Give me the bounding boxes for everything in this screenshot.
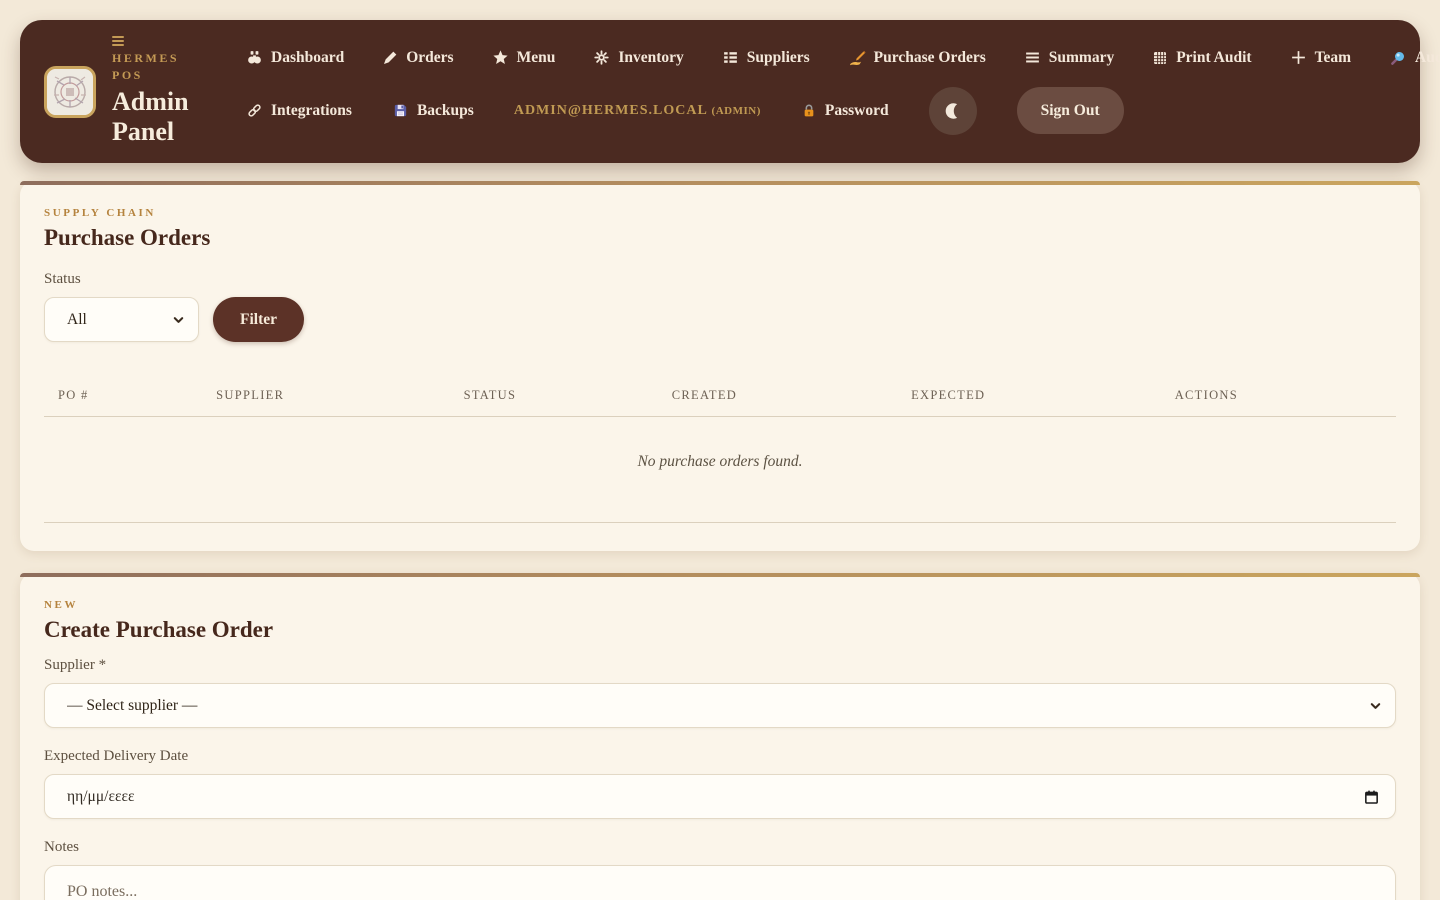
binoculars-icon bbox=[246, 49, 263, 66]
supplier-label: Supplier * bbox=[44, 657, 1396, 674]
column-header-actions: ACTIONS bbox=[1161, 388, 1396, 403]
empty-state-message: No purchase orders found. bbox=[44, 417, 1396, 509]
pencil-icon bbox=[382, 50, 398, 66]
column-header-supplier: SUPPLIER bbox=[202, 388, 449, 403]
expected-delivery-date-input[interactable] bbox=[44, 774, 1396, 819]
main-nav: Dashboard Orders Menu bbox=[246, 49, 1440, 135]
nav-label: Inventory bbox=[618, 49, 683, 67]
supplier-select[interactable]: — Select supplier — bbox=[44, 683, 1396, 728]
nav-item-password[interactable]: Password bbox=[801, 102, 889, 120]
card-title: Purchase Orders bbox=[44, 225, 1396, 251]
card-title: Create Purchase Order bbox=[44, 617, 1396, 643]
gear-icon bbox=[593, 49, 610, 66]
user-email: ADMIN@HERMES.LOCAL (ADMIN) bbox=[514, 103, 761, 119]
po-notes-textarea[interactable] bbox=[44, 865, 1396, 900]
nav-item-purchase-orders[interactable]: Purchase Orders bbox=[848, 49, 986, 67]
nav-label: Summary bbox=[1049, 49, 1114, 67]
purchase-orders-card: SUPPLY CHAIN Purchase Orders Status All … bbox=[20, 181, 1420, 551]
nav-item-print-audit[interactable]: Print Audit bbox=[1152, 49, 1251, 67]
plus-icon bbox=[1290, 49, 1307, 66]
floppy-icon bbox=[392, 102, 409, 119]
nav-item-backups[interactable]: Backups bbox=[392, 102, 474, 120]
brand-lines-icon bbox=[112, 36, 204, 46]
nav-label: Menu bbox=[517, 49, 556, 67]
nav-label: Dashboard bbox=[271, 49, 344, 67]
nav-item-inventory[interactable]: Inventory bbox=[593, 49, 683, 67]
filter-button[interactable]: Filter bbox=[213, 297, 304, 342]
brand-name: HERMES POS bbox=[112, 50, 184, 82]
column-header-expected: EXPECTED bbox=[897, 388, 1161, 403]
list-icon bbox=[722, 49, 739, 66]
lines-icon bbox=[1024, 49, 1041, 66]
sign-out-button[interactable]: Sign Out bbox=[1017, 87, 1124, 134]
nav-row-1: Dashboard Orders Menu bbox=[246, 49, 1440, 67]
nav-item-summary[interactable]: Summary bbox=[1024, 49, 1114, 67]
brand: HERMES POS Admin Panel bbox=[44, 36, 220, 146]
user-role: (ADMIN) bbox=[712, 105, 761, 117]
notes-label: Notes bbox=[44, 839, 1396, 856]
magnifier-icon bbox=[1389, 49, 1407, 67]
nav-item-suppliers[interactable]: Suppliers bbox=[722, 49, 810, 67]
nav-label: Team bbox=[1315, 49, 1351, 67]
logo-emblem-icon bbox=[47, 69, 93, 115]
theme-toggle-button[interactable] bbox=[929, 87, 977, 135]
card-eyebrow: NEW bbox=[44, 599, 1396, 611]
nav-label: Backups bbox=[417, 102, 474, 120]
nav-item-menu[interactable]: Menu bbox=[492, 49, 556, 67]
nav-label: Suppliers bbox=[747, 49, 810, 67]
grid-icon bbox=[1152, 50, 1168, 66]
nav-item-integrations[interactable]: Integrations bbox=[246, 102, 352, 120]
link-icon bbox=[246, 102, 263, 119]
column-header-po: PO # bbox=[44, 388, 202, 403]
column-header-status: STATUS bbox=[450, 388, 658, 403]
status-select[interactable]: All bbox=[44, 297, 199, 342]
logo bbox=[44, 66, 96, 118]
card-eyebrow: SUPPLY CHAIN bbox=[44, 207, 1396, 219]
nav-label: Purchase Orders bbox=[874, 49, 986, 67]
table-header-row: PO # SUPPLIER STATUS CREATED EXPECTED AC… bbox=[44, 388, 1396, 403]
create-purchase-order-card: NEW Create Purchase Order Supplier * — S… bbox=[20, 573, 1420, 900]
nav-label: Orders bbox=[406, 49, 453, 67]
nav-label: Integrations bbox=[271, 102, 352, 120]
nav-item-orders[interactable]: Orders bbox=[382, 49, 453, 67]
nav-label: Print Audit bbox=[1176, 49, 1251, 67]
nav-row-2: Integrations Backups ADMIN@HERMES.LOCAL … bbox=[246, 87, 1440, 135]
nav-item-dashboard[interactable]: Dashboard bbox=[246, 49, 344, 67]
column-header-created: CREATED bbox=[658, 388, 897, 403]
nav-label: Audit Log bbox=[1415, 49, 1440, 67]
status-label: Status bbox=[44, 271, 1396, 288]
page-title: Admin Panel bbox=[112, 87, 204, 147]
nav-item-audit-log[interactable]: Audit Log bbox=[1389, 49, 1440, 67]
moon-icon bbox=[942, 100, 964, 122]
lock-icon bbox=[801, 103, 817, 119]
star-icon bbox=[492, 49, 509, 66]
user-email-text: ADMIN@HERMES.LOCAL bbox=[514, 103, 707, 118]
table-divider-bottom bbox=[44, 522, 1396, 523]
nav-item-team[interactable]: Team bbox=[1290, 49, 1351, 67]
nav-label: Password bbox=[825, 102, 889, 120]
purchase-orders-table: PO # SUPPLIER STATUS CREATED EXPECTED AC… bbox=[44, 388, 1396, 523]
app-header: HERMES POS Admin Panel Dashboard Orders bbox=[20, 20, 1420, 163]
expected-delivery-label: Expected Delivery Date bbox=[44, 748, 1396, 765]
writing-hand-icon bbox=[848, 49, 866, 67]
